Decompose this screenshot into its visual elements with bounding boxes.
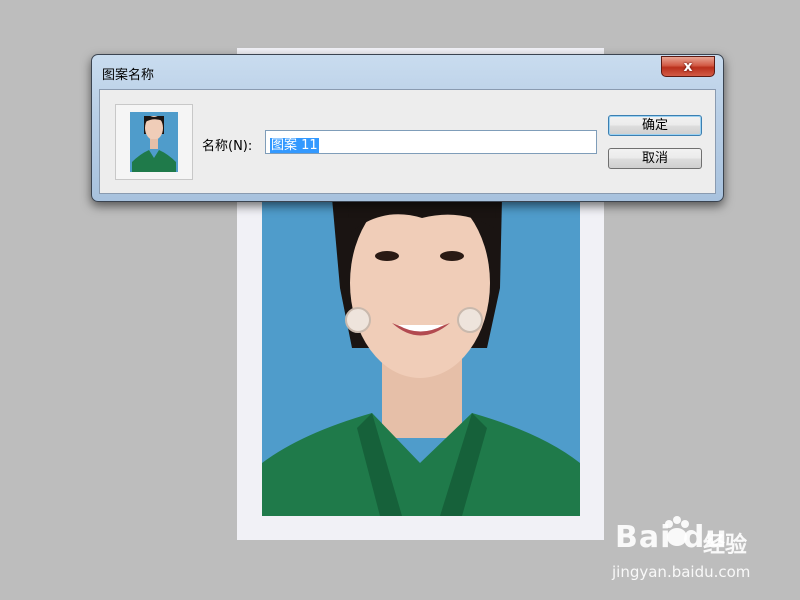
- baidu-jingyan-text: 经验: [703, 533, 748, 558]
- cancel-button[interactable]: 取消: [608, 148, 702, 169]
- paw-icon: [665, 516, 689, 546]
- ok-button[interactable]: 确定: [608, 115, 702, 136]
- dialog-title: 图案名称: [102, 68, 155, 83]
- pattern-name-dialog: 图案名称 x 名称(N): 图案 11 确定 取消: [91, 54, 724, 202]
- portrait-photo: [262, 198, 580, 516]
- name-label: 名称(N):: [202, 139, 253, 154]
- selected-text: 图案 11: [270, 138, 319, 153]
- pattern-thumbnail: [130, 112, 178, 172]
- pattern-name-input[interactable]: 图案 11: [265, 130, 597, 154]
- watermark-url: jingyan.baidu.com: [612, 563, 751, 581]
- close-icon: x: [683, 58, 693, 75]
- dialog-body: 名称(N): 图案 11 确定 取消: [99, 89, 716, 194]
- close-button[interactable]: x: [661, 56, 715, 77]
- pattern-preview: [115, 104, 193, 180]
